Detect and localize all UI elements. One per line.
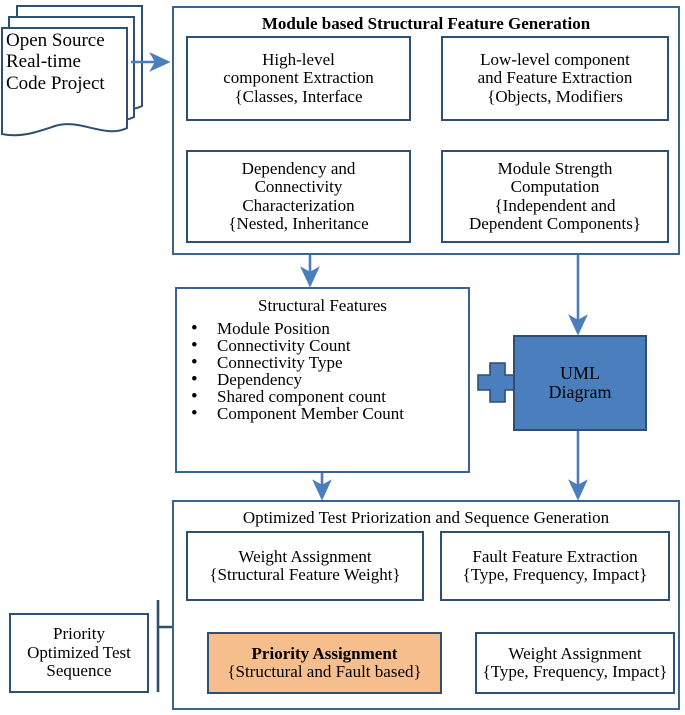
module-strength-box: Module Strength Computation {Independent…: [441, 150, 669, 243]
module-strength-line-2: Computation: [510, 177, 600, 197]
optimized-section-title: Optimized Test Priorization and Sequence…: [242, 508, 610, 527]
dependency-line-5-clipped: }: [188, 240, 409, 241]
high-level-line-1: High-level: [262, 49, 335, 69]
low-level-line-1: Low-level component: [480, 49, 630, 69]
high-level-line-2: component Extraction: [223, 68, 374, 88]
priority-assignment-box: Priority Assignment {Structural and Faul…: [207, 632, 442, 694]
weight-fault-line-1: Weight Assignment: [508, 643, 642, 663]
source-document-label: Open Source Real-time Code Project: [6, 30, 126, 94]
fault-feature-line-1: Fault Feature Extraction: [472, 546, 638, 566]
priority-assignment-line-2: {Structural and Fault based}: [227, 662, 422, 681]
flowchart-canvas: Open Source Real-time Code Project Modul…: [0, 0, 685, 715]
source-line-1: Open Source: [6, 30, 105, 51]
dependency-line-1: Dependency and: [241, 158, 356, 178]
priority-optimized-test-sequence-box: Priority Optimized Test Sequence: [9, 613, 149, 693]
low-level-line-3: {Objects, Modifiers: [487, 86, 623, 106]
uml-line-1: UML: [560, 362, 600, 383]
low-level-extraction-box: Low-level component and Feature Extracti…: [441, 36, 669, 121]
source-line-2: Real-time: [6, 51, 81, 73]
uml-diagram-box: UML Diagram: [513, 335, 647, 431]
fault-feature-line-2: {Type, Frequency, Impact}: [462, 565, 648, 584]
source-line-3: Code Project: [6, 72, 105, 94]
high-level-line-4-clipped: }: [188, 118, 409, 119]
high-level-extraction-box: High-level component Extraction {Classes…: [186, 36, 411, 121]
structural-features-title: Structural Features: [258, 296, 387, 315]
weight-structural-line-2: {Structural Feature Weight}: [209, 565, 401, 584]
weight-structural-line-1: Weight Assignment: [238, 546, 372, 566]
list-item: Dependency: [177, 370, 468, 389]
fault-feature-extraction-box: Fault Feature Extraction {Type, Frequenc…: [440, 531, 670, 601]
dependency-connectivity-box: Dependency and Connectivity Characteriza…: [186, 150, 411, 243]
weight-fault-line-2: {Type, Frequency, Impact}: [482, 662, 668, 681]
module-strength-line-3: {Independent and: [494, 195, 616, 215]
dependency-line-3: Characterization: [242, 195, 355, 215]
low-level-line-4-clipped: }: [443, 118, 667, 119]
list-item: Module Position: [177, 319, 468, 338]
list-item: Connectivity Type: [177, 353, 468, 372]
list-item: Component Member Count: [177, 404, 468, 423]
dependency-line-2: Connectivity: [254, 177, 343, 197]
dependency-line-4: {Nested, Inheritance: [228, 213, 369, 233]
uml-line-2: Diagram: [548, 382, 612, 402]
output-line-1: Priority: [53, 624, 105, 644]
list-item: Connectivity Count: [177, 336, 468, 355]
low-level-line-2: and Feature Extraction: [477, 68, 633, 88]
output-line-3: Sequence: [46, 661, 112, 681]
output-line-2: Optimized Test: [27, 642, 131, 662]
weight-assignment-structural-box: Weight Assignment {Structural Feature We…: [186, 531, 424, 601]
priority-assignment-line-1: Priority Assignment: [251, 643, 398, 663]
module-strength-line-1: Module Strength: [497, 158, 613, 178]
module-section-title: Module based Structural Feature Generati…: [261, 14, 591, 33]
structural-features-list: Module Position Connectivity Count Conne…: [177, 319, 468, 423]
high-level-line-3: {Classes, Interface: [234, 86, 363, 106]
list-item: Shared component count: [177, 387, 468, 406]
weight-assignment-fault-box: Weight Assignment {Type, Frequency, Impa…: [475, 632, 675, 694]
module-strength-line-4: Dependent Components}: [469, 213, 641, 233]
